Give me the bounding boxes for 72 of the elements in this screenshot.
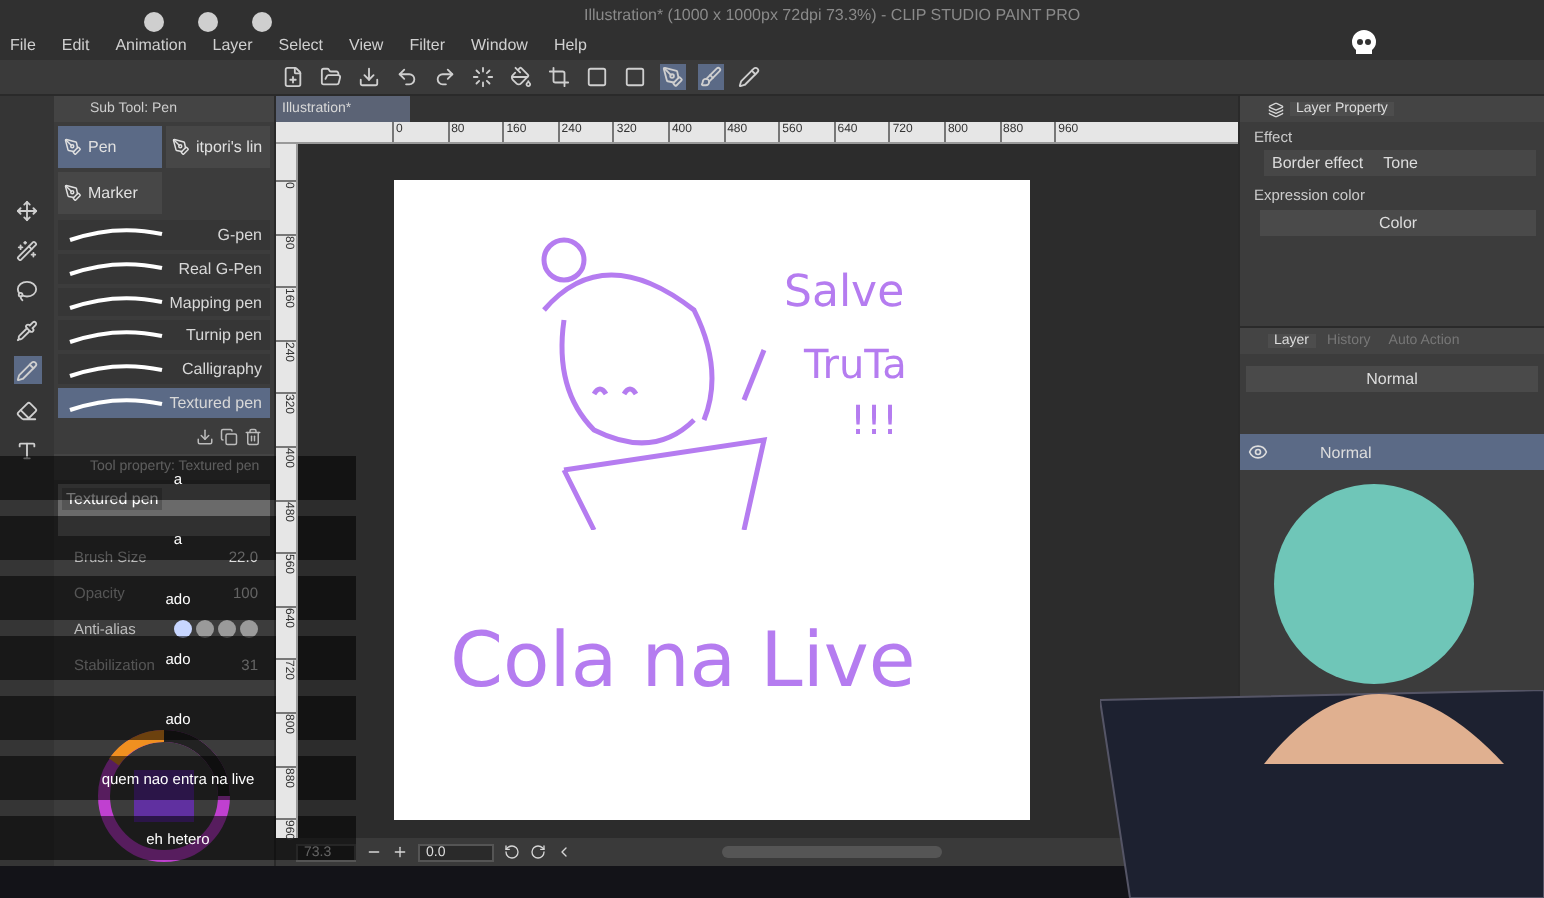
brush-stroke-icon (66, 292, 166, 313)
move-icon[interactable] (13, 196, 41, 224)
brush-item[interactable]: Textured pen (58, 388, 270, 419)
window-title: Illustration* (1000 x 1000px 72dpi 73.3%) - CLIP STUDIO PAINT PRO (584, 6, 1081, 24)
selection-icon[interactable] (470, 64, 496, 90)
blend-mode-dropdown[interactable]: Normal (1246, 366, 1538, 392)
handwritten-text: !!! (850, 396, 899, 444)
handwritten-text: TruTa (804, 340, 907, 388)
rotate-left-icon[interactable] (504, 844, 520, 860)
tool-group-tab[interactable]: Marker (58, 171, 162, 214)
antialias-options[interactable] (174, 619, 258, 638)
color-button[interactable]: Color (1260, 210, 1536, 236)
moon-icon (198, 12, 218, 32)
wand-icon[interactable] (13, 236, 41, 264)
square-icon[interactable] (622, 64, 648, 90)
menu-item[interactable]: Layer (212, 36, 253, 54)
import-icon[interactable] (196, 428, 214, 447)
pen-icon (64, 137, 82, 156)
square-icon[interactable] (584, 64, 610, 90)
tool-group-tab[interactable]: Pen (58, 125, 162, 168)
menu-item[interactable]: Filter (409, 36, 445, 54)
collapse-icon[interactable] (556, 844, 572, 860)
moon-icon (144, 12, 164, 32)
crop-icon[interactable] (546, 64, 572, 90)
pen-icon[interactable] (660, 64, 686, 90)
menu-item[interactable]: Edit (61, 36, 90, 54)
pencil-icon[interactable] (736, 64, 762, 90)
menu-item[interactable]: View (349, 36, 384, 54)
menu-item[interactable]: Help (553, 36, 587, 54)
zoom-in-icon[interactable] (392, 844, 408, 860)
color-wheel-icon[interactable] (94, 726, 234, 867)
menu-item[interactable]: File (10, 36, 36, 54)
copy-icon[interactable] (220, 428, 238, 447)
fill-icon[interactable] (508, 64, 534, 90)
tool-group-tab[interactable]: itpori's lin (166, 125, 270, 168)
brush-item[interactable]: G-pen (58, 219, 270, 250)
scrollbar[interactable] (722, 846, 942, 858)
brush-item[interactable]: Mapping pen (58, 287, 270, 317)
effect-toggle[interactable]: Tone (1383, 154, 1419, 172)
pen-icon[interactable] (13, 356, 41, 384)
layer-property-icon (1268, 101, 1284, 117)
folder-icon[interactable] (318, 64, 344, 90)
brush-stroke-icon (66, 258, 166, 279)
menu-item[interactable]: Animation (115, 36, 187, 54)
eye-icon[interactable] (1248, 442, 1268, 462)
pen-icon (64, 183, 82, 202)
brush-stroke-icon (66, 325, 166, 346)
redo-icon[interactable] (432, 64, 458, 90)
delete-icon[interactable] (244, 428, 262, 447)
undo-icon[interactable] (394, 64, 420, 90)
eraser-icon[interactable] (13, 396, 41, 424)
new-file-icon[interactable] (280, 64, 306, 90)
brush-icon[interactable] (698, 64, 724, 90)
lasso-icon[interactable] (13, 276, 41, 304)
brush-item[interactable]: Calligraphy (58, 354, 270, 385)
brush-item[interactable]: Real G-Pen (58, 253, 270, 284)
brush-stroke-icon (66, 359, 166, 380)
brush-item[interactable]: Turnip pen (58, 320, 270, 351)
rotate-right-icon[interactable] (530, 844, 546, 860)
handwritten-text: Salve (784, 268, 905, 318)
brush-stroke-icon (66, 393, 166, 414)
effect-toggle[interactable]: Border effect (1272, 154, 1364, 172)
menu-item[interactable]: Window (471, 36, 528, 54)
brush-stroke-icon (66, 224, 166, 245)
preview-label: Textured pen (62, 487, 163, 510)
handwritten-text: Cola na Live (450, 616, 916, 704)
eyedropper-icon[interactable] (13, 316, 41, 344)
pen-icon (172, 137, 190, 156)
save-icon[interactable] (356, 64, 382, 90)
menu-item[interactable]: Select (278, 36, 324, 54)
layer-row[interactable]: Normal (1240, 434, 1544, 470)
moon-icon (252, 12, 272, 32)
